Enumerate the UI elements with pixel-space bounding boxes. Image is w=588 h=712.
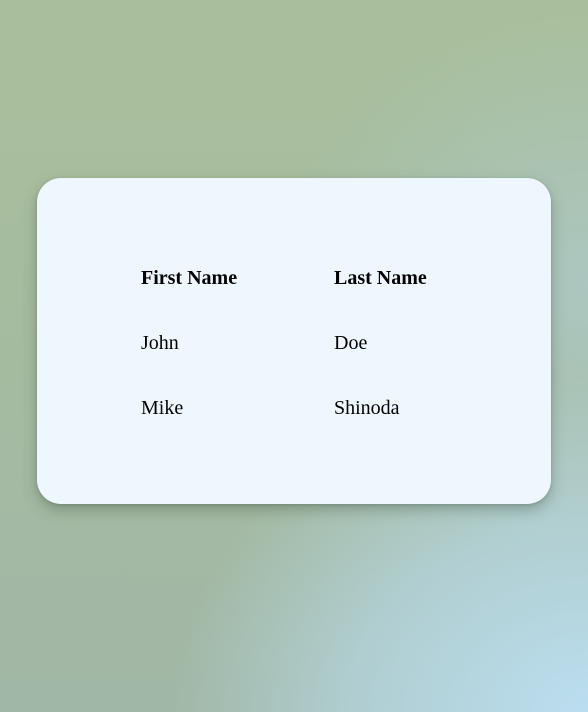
header-row: First Name Last Name: [141, 246, 484, 311]
table-row: John Doe: [141, 311, 484, 376]
cell-last-name: Shinoda: [334, 397, 400, 419]
table-row: Mike Shinoda: [141, 376, 484, 441]
cell-first-name: John: [141, 332, 179, 354]
page-background: { "table": { "headers": ["First Name", "…: [0, 0, 588, 712]
table-body: John Doe Mike Shinoda: [141, 311, 484, 441]
header-last-name: Last Name: [334, 267, 427, 289]
header-first-name: First Name: [141, 267, 238, 289]
cell-last-name: Doe: [334, 332, 368, 354]
names-table: First Name Last Name John Doe Mike Shino…: [141, 246, 484, 441]
cell-first-name: Mike: [141, 397, 184, 419]
table-header: First Name Last Name: [141, 246, 484, 311]
table-card: First Name Last Name John Doe Mike Shino…: [37, 178, 551, 504]
